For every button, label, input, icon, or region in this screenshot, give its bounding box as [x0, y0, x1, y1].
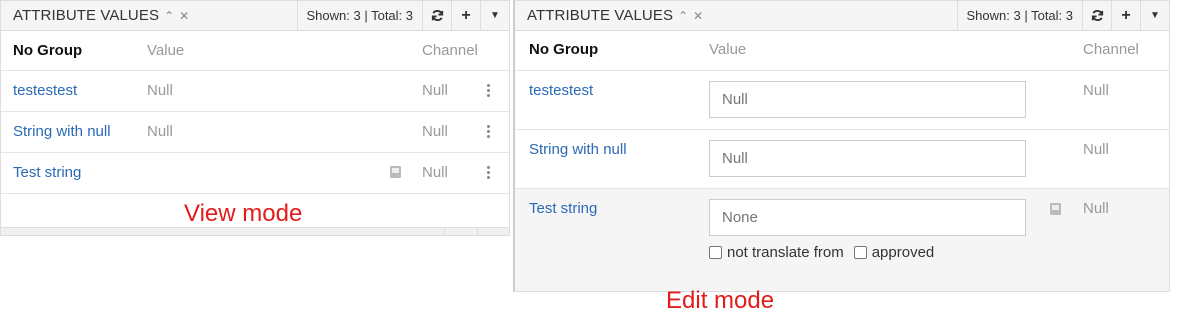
column-channel: Channel [422, 42, 478, 59]
value-input[interactable] [709, 140, 1026, 177]
not-translate-from-label: not translate from [727, 244, 844, 261]
more-menu-icon[interactable] [485, 125, 491, 138]
attribute-values-panel-edit: ATTRIBUTE VALUES ⌃ ✕ Shown: 3 | Total: 3… [513, 0, 1170, 292]
attribute-name-link[interactable]: String with null [529, 141, 627, 158]
panel-header: ATTRIBUTE VALUES ⌃ ✕ Shown: 3 | Total: 3… [1, 1, 509, 31]
attribute-channel: Null [1083, 200, 1109, 217]
book-icon[interactable] [389, 165, 402, 184]
caret-down-icon: ▼ [490, 10, 500, 21]
horizontal-scrollbar[interactable] [1, 227, 509, 235]
refresh-button[interactable] [422, 1, 451, 30]
attribute-channel: Null [1083, 82, 1109, 99]
dropdown-button[interactable]: ▼ [480, 1, 509, 30]
view-mode-label: View mode [184, 200, 303, 227]
attribute-value: Null [147, 82, 173, 99]
attribute-name-link[interactable]: Test string [529, 200, 597, 217]
approved-label: approved [871, 244, 935, 261]
more-menu-icon[interactable] [485, 84, 491, 97]
panel-title: ATTRIBUTE VALUES [527, 7, 674, 24]
book-icon[interactable] [1049, 202, 1062, 221]
plus-icon: + [461, 6, 471, 24]
attribute-channel: Null [1083, 141, 1109, 158]
column-value: Value [709, 41, 747, 58]
chevron-up-icon[interactable]: ⌃ [678, 9, 688, 23]
column-header-row: No Group Value Channel [1, 31, 509, 71]
not-translate-from-checkbox[interactable] [709, 246, 722, 259]
plus-icon: + [1121, 6, 1131, 24]
approved-checkbox[interactable] [853, 246, 867, 259]
edit-mode-label: Edit mode [666, 287, 775, 314]
more-menu-icon[interactable] [485, 166, 491, 179]
column-value: Value [147, 42, 185, 59]
attribute-name-link[interactable]: testestest [13, 82, 77, 99]
column-header-row: No Group Value Channel [515, 31, 1169, 71]
translation-options: not translate from approved [709, 244, 944, 261]
table-row: testestest Null Null [1, 71, 509, 112]
close-icon[interactable]: ✕ [693, 9, 703, 23]
value-input[interactable] [709, 199, 1026, 236]
group-label: No Group [529, 41, 599, 58]
shown-total-count: Shown: 3 | Total: 3 [956, 1, 1082, 30]
caret-down-icon: ▼ [1150, 10, 1160, 21]
chevron-up-icon[interactable]: ⌃ [164, 9, 174, 23]
attribute-channel: Null [422, 82, 448, 99]
shown-total-count: Shown: 3 | Total: 3 [296, 1, 422, 30]
refresh-icon [431, 10, 443, 21]
refresh-button[interactable] [1082, 1, 1111, 30]
add-button[interactable]: + [451, 1, 480, 30]
column-channel: Channel [1083, 41, 1139, 58]
attribute-name-link[interactable]: testestest [529, 82, 593, 99]
close-icon[interactable]: ✕ [179, 9, 189, 23]
attribute-channel: Null [422, 123, 448, 140]
dropdown-button[interactable]: ▼ [1140, 1, 1169, 30]
table-row: String with null Null [515, 130, 1169, 189]
add-button[interactable]: + [1111, 1, 1140, 30]
value-input[interactable] [709, 81, 1026, 118]
table-row: Test string not translate from approved … [515, 189, 1169, 291]
table-row: testestest Null [515, 71, 1169, 130]
attribute-name-link[interactable]: String with null [13, 123, 111, 140]
attribute-value: Null [147, 123, 173, 140]
table-row: Test string Null [1, 153, 509, 194]
panel-title: ATTRIBUTE VALUES [13, 7, 160, 24]
attribute-channel: Null [422, 164, 448, 181]
table-row: String with null Null Null [1, 112, 509, 153]
refresh-icon [1091, 10, 1103, 21]
attribute-name-link[interactable]: Test string [13, 164, 81, 181]
panel-header: ATTRIBUTE VALUES ⌃ ✕ Shown: 3 | Total: 3… [515, 1, 1169, 31]
group-label: No Group [13, 42, 83, 59]
